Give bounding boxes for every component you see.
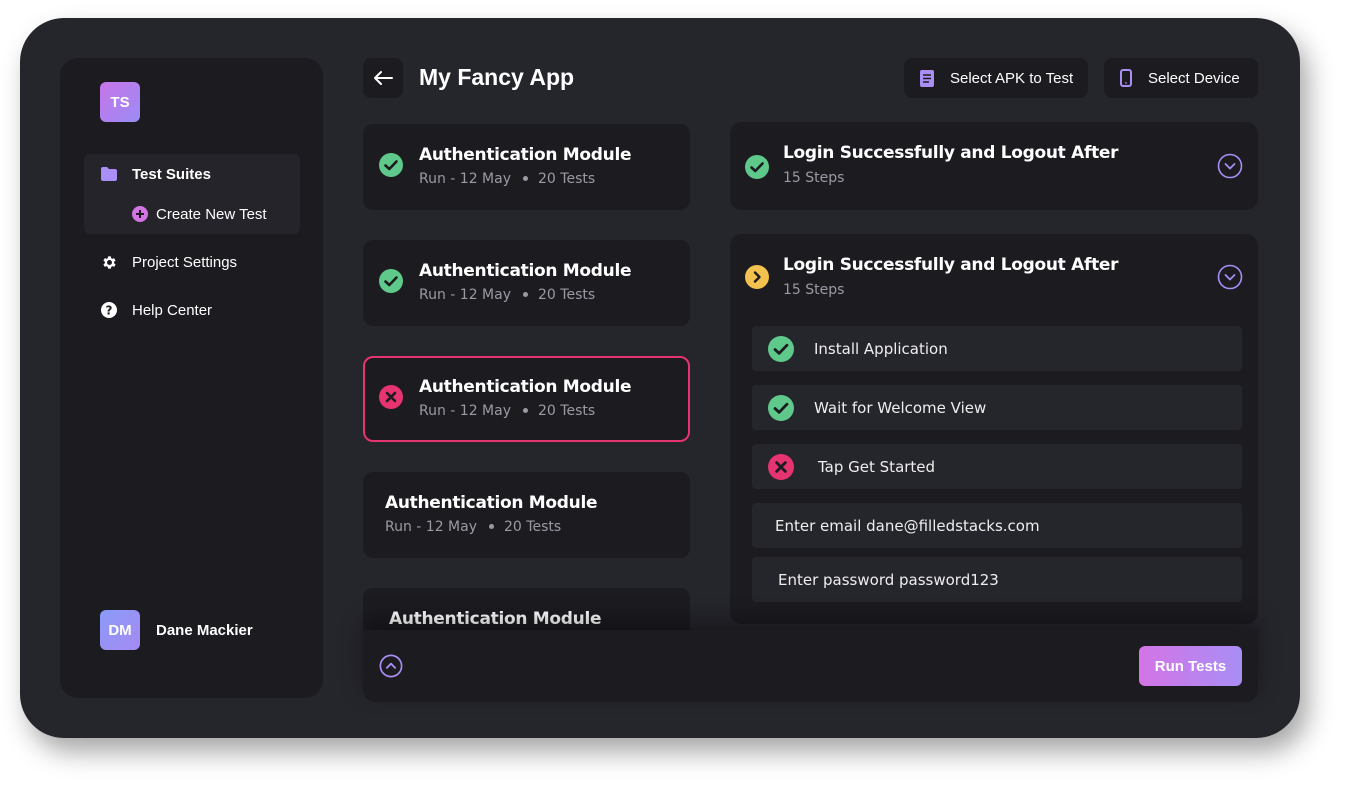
suite-test-count: 20 Tests [538, 171, 596, 187]
folder-icon [100, 165, 118, 183]
suite-run-date: Run - 12 May [419, 403, 512, 419]
suite-title: Authentication Module [419, 145, 632, 165]
test-step[interactable]: Tap Get Started [752, 444, 1242, 489]
test-step[interactable]: Install Application [752, 326, 1242, 371]
suite-meta: Run - 12 May 20 Tests [385, 519, 561, 535]
sidebar-item-create-new-test[interactable]: Create New Test [132, 205, 267, 223]
suite-card[interactable]: Authentication Module Run - 12 May 20 Tes… [363, 240, 690, 326]
user-name: Dane Mackier [156, 621, 253, 639]
step-label: Enter password password123 [778, 570, 999, 589]
phone-icon [1120, 69, 1132, 87]
avatar: DM [100, 610, 140, 650]
test-step-count: 15 Steps [783, 170, 845, 186]
svg-text:?: ? [106, 304, 113, 318]
suite-title: Authentication Module [419, 261, 632, 281]
sidebar-item-label: Help Center [132, 301, 213, 319]
suite-title: Authentication Module [419, 377, 632, 397]
page-title: My Fancy App [419, 64, 575, 90]
sidebar-item-help-center[interactable]: ? Help Center [100, 301, 212, 319]
suite-meta: Run - 12 May 20 Tests [419, 287, 595, 303]
sidebar-item-label: Test Suites [132, 165, 211, 183]
test-step[interactable]: Enter email dane@filledstacks.com [752, 503, 1242, 548]
suite-card-selected[interactable]: Authentication Module Run - 12 May 20 Tes… [363, 356, 690, 442]
plus-circle-icon [132, 205, 148, 223]
avatar-initials: DM [108, 621, 132, 639]
sidebar-item-label: Create New Test [156, 205, 267, 223]
suite-meta: Run - 12 May 20 Tests [419, 403, 595, 419]
suite-title: Authentication Module [389, 609, 602, 629]
x-circle-icon [379, 385, 403, 414]
x-circle-icon [768, 453, 794, 480]
suite-title: Authentication Module [385, 493, 598, 513]
step-label: Install Application [814, 339, 948, 358]
select-apk-label: Select APK to Test [950, 69, 1074, 87]
check-circle-icon [379, 153, 403, 182]
suite-card[interactable]: Authentication Module Run - 12 May 20 Tes… [363, 472, 690, 558]
document-icon [920, 69, 934, 87]
suite-test-count: 20 Tests [538, 287, 596, 303]
suite-test-count: 20 Tests [504, 519, 562, 535]
suite-run-date: Run - 12 May [419, 171, 512, 187]
run-tests-button[interactable]: Run Tests [1139, 646, 1242, 686]
chevron-down-icon[interactable] [1217, 264, 1243, 295]
arrow-left-icon [374, 71, 393, 85]
chevron-right-circle-icon [745, 265, 769, 294]
user-profile[interactable]: DM Dane Mackier [100, 610, 253, 650]
suite-test-count: 20 Tests [538, 403, 596, 419]
bottom-action-bar [363, 630, 1258, 702]
gear-icon [100, 253, 118, 271]
suite-run-date: Run - 12 May [419, 287, 512, 303]
logo-initials: TS [110, 93, 130, 111]
select-device-label: Select Device [1148, 69, 1240, 87]
suite-card[interactable]: Authentication Module Run - 12 May 20 Tes… [363, 124, 690, 210]
test-step-count: 15 Steps [783, 282, 845, 298]
test-step[interactable]: Enter password password123 [752, 557, 1242, 602]
suite-meta: Run - 12 May 20 Tests [419, 171, 595, 187]
step-label: Wait for Welcome View [814, 398, 987, 417]
check-circle-icon [768, 394, 794, 421]
test-title: Login Successfully and Logout After [783, 143, 1119, 163]
step-label: Enter email dane@filledstacks.com [775, 516, 1040, 535]
app-logo: TS [100, 82, 140, 122]
test-step[interactable]: Wait for Welcome View [752, 385, 1242, 430]
test-title: Login Successfully and Logout After [783, 255, 1119, 275]
help-icon: ? [100, 301, 118, 319]
chevron-up-icon[interactable] [379, 654, 403, 683]
sidebar-item-project-settings[interactable]: Project Settings [100, 253, 237, 271]
check-circle-icon [379, 269, 403, 298]
back-button[interactable] [363, 58, 403, 98]
step-label: Tap Get Started [818, 457, 936, 476]
check-circle-icon [745, 155, 769, 184]
sidebar-item-label: Project Settings [132, 253, 238, 271]
check-circle-icon [768, 335, 794, 362]
test-panel[interactable]: Login Successfully and Logout After 15 S… [730, 122, 1258, 210]
suite-run-date: Run - 12 May [385, 519, 478, 535]
chevron-down-icon[interactable] [1217, 153, 1243, 184]
select-device-button[interactable]: Select Device [1104, 58, 1258, 98]
select-apk-button[interactable]: Select APK to Test [904, 58, 1088, 98]
sidebar-item-test-suites[interactable]: Test Suites [100, 165, 211, 183]
